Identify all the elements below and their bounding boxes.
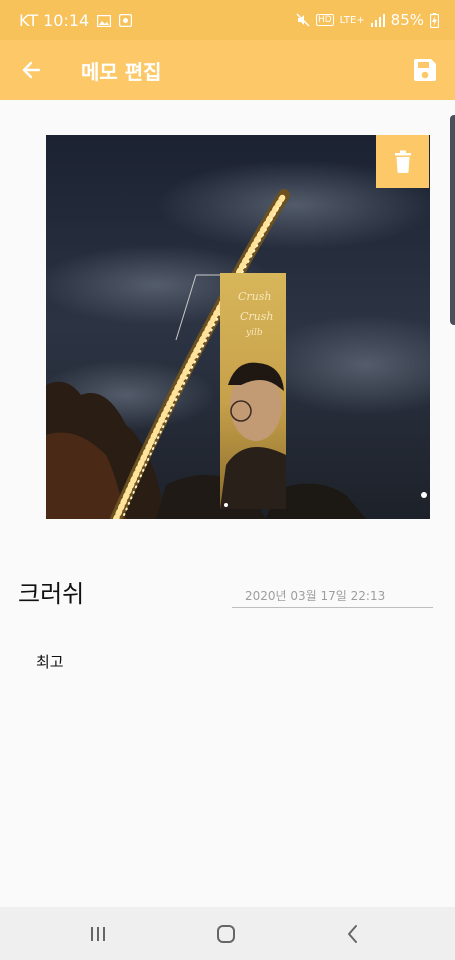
system-nav-bar bbox=[0, 907, 455, 960]
network-type: LTE+ bbox=[339, 14, 365, 26]
recent-apps-icon bbox=[91, 927, 105, 941]
status-bar: KT 10:14 HD LTE+ 85% bbox=[0, 0, 455, 40]
battery-charging-icon bbox=[430, 12, 439, 28]
page-title: 메모 편집 bbox=[81, 60, 162, 84]
back-chevron-icon bbox=[348, 925, 357, 943]
recent-apps-button[interactable] bbox=[84, 919, 114, 949]
memo-photo[interactable]: Crush Crush yilb bbox=[46, 135, 430, 519]
save-button[interactable] bbox=[407, 52, 443, 88]
svg-text:Crush: Crush bbox=[240, 310, 274, 323]
mute-icon bbox=[296, 13, 310, 27]
memo-date-field[interactable]: 2020년 03월 17일 22:13 bbox=[232, 586, 433, 608]
home-icon bbox=[217, 925, 235, 943]
app-bar: 메모 편집 bbox=[0, 40, 455, 100]
trash-icon bbox=[394, 150, 411, 173]
gallery-notification-icon bbox=[97, 14, 112, 27]
status-left: KT 10:14 bbox=[19, 11, 133, 30]
delete-photo-button[interactable] bbox=[376, 135, 429, 188]
home-button[interactable] bbox=[211, 919, 241, 949]
nav-back-button[interactable] bbox=[338, 919, 368, 949]
save-floppy-icon bbox=[414, 59, 436, 81]
hd-icon: HD bbox=[315, 14, 334, 26]
svg-text:Crush: Crush bbox=[238, 290, 272, 303]
night-banner-image: Crush Crush yilb bbox=[46, 135, 430, 519]
back-button[interactable] bbox=[14, 52, 50, 88]
memo-body-field[interactable]: 최고 bbox=[36, 651, 64, 672]
svg-text:yilb: yilb bbox=[245, 328, 263, 338]
signal-icon bbox=[370, 13, 385, 27]
memo-title-field[interactable]: 크러쉬 bbox=[18, 574, 84, 609]
edge-panel-handle[interactable] bbox=[450, 115, 455, 325]
status-time: KT 10:14 bbox=[19, 11, 90, 30]
status-right: HD LTE+ 85% bbox=[296, 11, 439, 29]
arrow-left-icon bbox=[22, 61, 41, 79]
battery-percent: 85% bbox=[390, 11, 424, 29]
app-notification-icon bbox=[119, 14, 133, 27]
